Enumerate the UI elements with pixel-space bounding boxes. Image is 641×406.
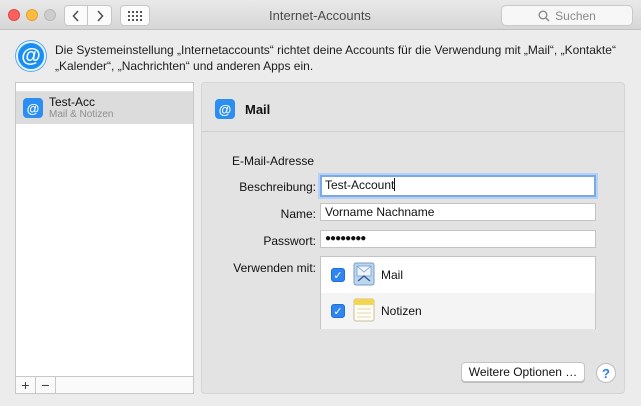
apps-list: ✓ Mail ✓ Notizen bbox=[320, 256, 596, 329]
password-field[interactable]: ●●●●●●●● bbox=[320, 230, 596, 248]
more-options-button[interactable]: Weitere Optionen … bbox=[461, 362, 585, 382]
account-detail-pane: @ Mail E-Mail-Adresse Beschreibung: Test… bbox=[201, 82, 625, 394]
account-name: Test-Acc bbox=[49, 95, 96, 109]
search-input[interactable]: Suchen bbox=[501, 5, 633, 26]
text-cursor bbox=[394, 178, 396, 191]
mail-checkbox[interactable]: ✓ bbox=[331, 268, 345, 282]
search-icon bbox=[538, 10, 550, 22]
notes-app-label: Notizen bbox=[381, 304, 422, 318]
account-subtitle: Mail & Notizen bbox=[49, 109, 114, 120]
email-address-label: E-Mail-Adresse bbox=[231, 154, 314, 168]
account-at-icon: @ bbox=[23, 98, 43, 118]
list-item: ✓ Notizen bbox=[321, 293, 595, 329]
header-divider bbox=[202, 131, 624, 132]
use-with-label: Verwenden mit: bbox=[233, 261, 316, 275]
list-item: ✓ Mail bbox=[321, 257, 595, 293]
title-bar: Internet-Accounts Suchen bbox=[0, 0, 641, 30]
description-field[interactable]: Test-Account bbox=[320, 175, 596, 197]
back-button[interactable] bbox=[64, 5, 88, 26]
help-button[interactable]: ? bbox=[596, 363, 616, 383]
list-actions: + − bbox=[16, 376, 193, 393]
search-placeholder: Suchen bbox=[555, 8, 596, 23]
internet-accounts-icon: @ bbox=[16, 41, 46, 71]
notes-app-icon bbox=[353, 298, 375, 322]
window: Internet-Accounts Suchen @ Die Systemein… bbox=[0, 0, 641, 406]
accounts-list: @ Test-Acc Mail & Notizen + − bbox=[15, 82, 194, 394]
info-text: Die Systemeinstellung „Internetaccounts“… bbox=[55, 43, 616, 73]
show-all-button[interactable] bbox=[120, 5, 150, 26]
description-value: Test-Account bbox=[325, 178, 395, 192]
zoom-window-button[interactable] bbox=[44, 9, 56, 21]
remove-account-button[interactable]: − bbox=[36, 377, 56, 393]
mail-app-label: Mail bbox=[381, 268, 404, 282]
window-title: Internet-Accounts bbox=[269, 8, 371, 23]
list-top-strip bbox=[16, 83, 193, 92]
chevron-right-icon bbox=[96, 9, 104, 22]
name-field[interactable]: Vorname Nachname bbox=[320, 203, 596, 221]
mail-app-icon bbox=[353, 262, 375, 286]
detail-title: Mail bbox=[245, 102, 271, 117]
grid-icon bbox=[128, 10, 142, 21]
name-label: Name: bbox=[280, 207, 316, 221]
description-label: Beschreibung: bbox=[239, 180, 316, 194]
close-window-button[interactable] bbox=[8, 9, 20, 21]
chevron-left-icon bbox=[72, 9, 79, 22]
minimize-window-button[interactable] bbox=[26, 9, 38, 21]
password-label: Passwort: bbox=[263, 234, 316, 248]
forward-button[interactable] bbox=[88, 5, 112, 26]
mail-at-icon: @ bbox=[215, 99, 235, 119]
account-item-test-acc[interactable]: @ Test-Acc Mail & Notizen bbox=[16, 92, 193, 124]
add-account-button[interactable]: + bbox=[16, 377, 36, 393]
notes-checkbox[interactable]: ✓ bbox=[331, 304, 345, 318]
